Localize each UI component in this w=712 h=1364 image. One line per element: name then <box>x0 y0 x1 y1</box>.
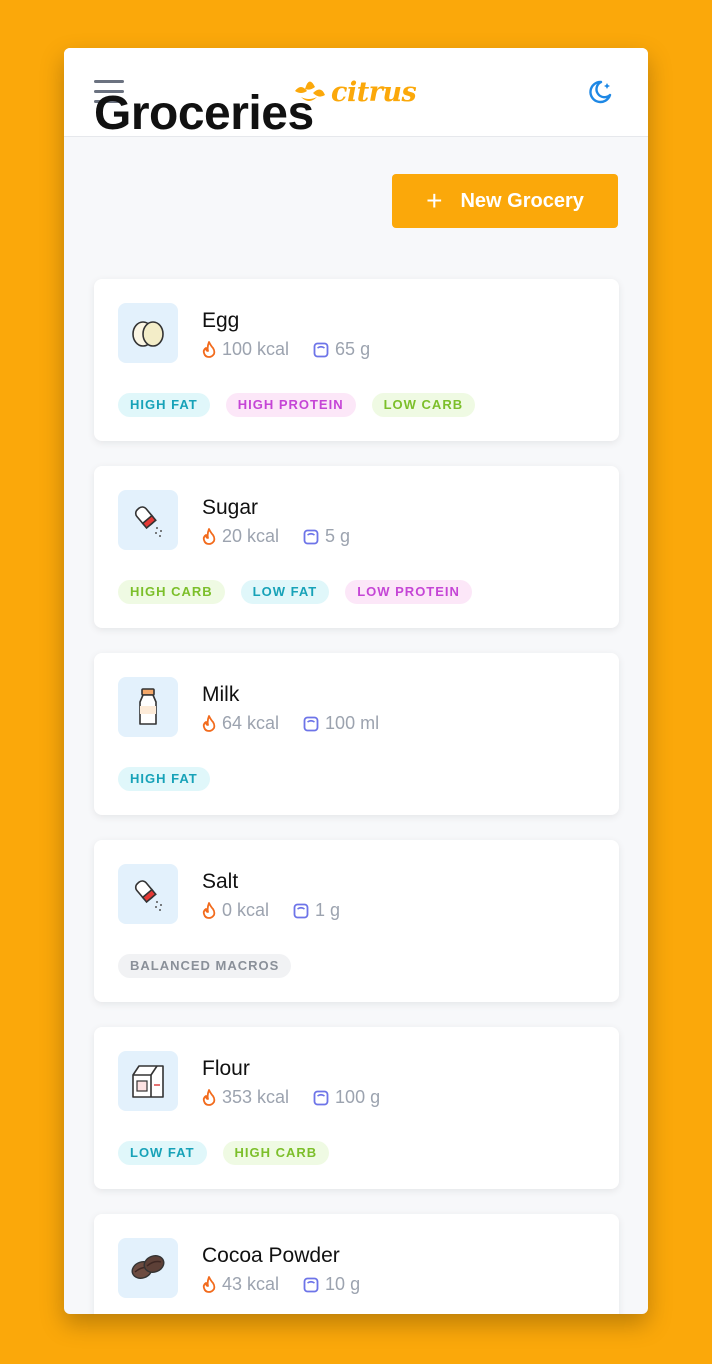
macro-tags: HIGH CARB LOW FAT LOW PROTEIN <box>118 580 488 604</box>
logo-text: citrus <box>331 76 417 108</box>
macro-tag: HIGH CARB <box>118 580 225 604</box>
cocoa-beans-icon <box>118 1238 178 1298</box>
macro-tags: HIGH FAT <box>118 767 226 791</box>
moon-stars-icon[interactable] <box>586 78 614 106</box>
macro-tags: LOW FAT HIGH CARB <box>118 1141 345 1165</box>
amount-stat: 1 g <box>293 900 340 921</box>
macro-tag: LOW FAT <box>118 1141 207 1165</box>
grocery-card[interactable]: Cocoa Powder 43 kcal 10 g <box>94 1214 619 1314</box>
grocery-stats: 43 kcal 10 g <box>202 1274 384 1295</box>
scale-icon <box>303 529 319 544</box>
grocery-list: Egg 100 kcal 65 g HIGH FAT HIGH PROTEIN LO… <box>94 279 619 1314</box>
grocery-stats: 0 kcal 1 g <box>202 900 364 921</box>
macro-tag: LOW FAT <box>240 580 330 604</box>
macro-tag: LOW CARB <box>371 393 476 417</box>
grocery-name: Egg <box>202 309 240 332</box>
amount-stat: 10 g <box>303 1274 360 1295</box>
grocery-card[interactable]: Milk 64 kcal 100 ml HIGH FAT <box>94 653 619 815</box>
amount-value: 65 g <box>335 339 371 359</box>
macro-tags: HIGH FAT HIGH PROTEIN LOW CARB <box>118 393 491 417</box>
flame-icon <box>202 341 216 358</box>
flame-icon <box>202 1089 216 1106</box>
amount-value: 100 ml <box>325 713 380 733</box>
grocery-name: Salt <box>202 870 239 893</box>
grocery-card[interactable]: Egg 100 kcal 65 g HIGH FAT HIGH PROTEIN LO… <box>94 279 619 441</box>
grocery-stats: 353 kcal 100 g <box>202 1087 404 1108</box>
page-title: Groceries <box>94 87 314 140</box>
amount-stat: 100 g <box>313 1087 380 1108</box>
egg-icon <box>118 303 178 363</box>
calories-value: 20 kcal <box>222 526 280 546</box>
amount-value: 5 g <box>325 526 351 546</box>
macro-tag: HIGH FAT <box>118 767 210 791</box>
scale-icon <box>313 342 329 357</box>
flame-icon <box>202 715 216 732</box>
macro-tag: HIGH PROTEIN <box>225 393 356 417</box>
plus-icon: + <box>426 185 443 216</box>
grocery-name: Milk <box>202 683 240 706</box>
milk-bottle-icon <box>118 677 178 737</box>
macro-tag: BALANCED MACROS <box>118 954 292 978</box>
calories-value: 64 kcal <box>222 713 280 733</box>
calories-value: 353 kcal <box>222 1087 290 1107</box>
calories-stat: 0 kcal <box>202 900 269 921</box>
grocery-stats: 20 kcal 5 g <box>202 526 374 547</box>
shaker-icon <box>118 864 178 924</box>
app-window: citrus Groceries + New Grocery Egg 100 k… <box>64 48 648 1314</box>
amount-value: 10 g <box>325 1274 361 1294</box>
calories-stat: 64 kcal <box>202 713 279 734</box>
flame-icon <box>202 528 216 545</box>
grocery-card[interactable]: Sugar 20 kcal 5 g HIGH CARB LOW FAT LOW PR… <box>94 466 619 628</box>
calories-stat: 353 kcal <box>202 1087 289 1108</box>
grocery-card[interactable]: Flour 353 kcal 100 g LOW FAT HIGH CARB <box>94 1027 619 1189</box>
amount-value: 1 g <box>315 900 341 920</box>
calories-value: 43 kcal <box>222 1274 280 1294</box>
scale-icon <box>303 1277 319 1292</box>
flame-icon <box>202 1276 216 1293</box>
macro-tag: HIGH CARB <box>222 1141 330 1165</box>
scale-icon <box>293 903 309 918</box>
new-grocery-button[interactable]: + New Grocery <box>392 174 618 228</box>
grocery-card[interactable]: Salt 0 kcal 1 g BALANCED MACROS <box>94 840 619 1002</box>
macro-tag: LOW PROTEIN <box>345 580 472 604</box>
macro-tags: BALANCED MACROS <box>118 954 307 978</box>
calories-value: 100 kcal <box>222 339 290 359</box>
flame-icon <box>202 902 216 919</box>
amount-value: 100 g <box>335 1087 381 1107</box>
shaker-icon <box>118 490 178 550</box>
grocery-stats: 64 kcal 100 ml <box>202 713 403 734</box>
calories-stat: 43 kcal <box>202 1274 279 1295</box>
calories-value: 0 kcal <box>222 900 270 920</box>
calories-stat: 100 kcal <box>202 339 289 360</box>
grocery-name: Sugar <box>202 496 259 519</box>
amount-stat: 65 g <box>313 339 370 360</box>
amount-stat: 5 g <box>303 526 350 547</box>
amount-stat: 100 ml <box>303 713 379 734</box>
grocery-name: Flour <box>202 1057 250 1080</box>
macro-tag: HIGH FAT <box>118 393 210 417</box>
calories-stat: 20 kcal <box>202 526 279 547</box>
scale-icon <box>313 1090 329 1105</box>
grocery-stats: 100 kcal 65 g <box>202 339 394 360</box>
scale-icon <box>303 716 319 731</box>
flour-bag-icon <box>118 1051 178 1111</box>
new-grocery-label: New Grocery <box>460 189 584 212</box>
grocery-name: Cocoa Powder <box>202 1244 340 1267</box>
